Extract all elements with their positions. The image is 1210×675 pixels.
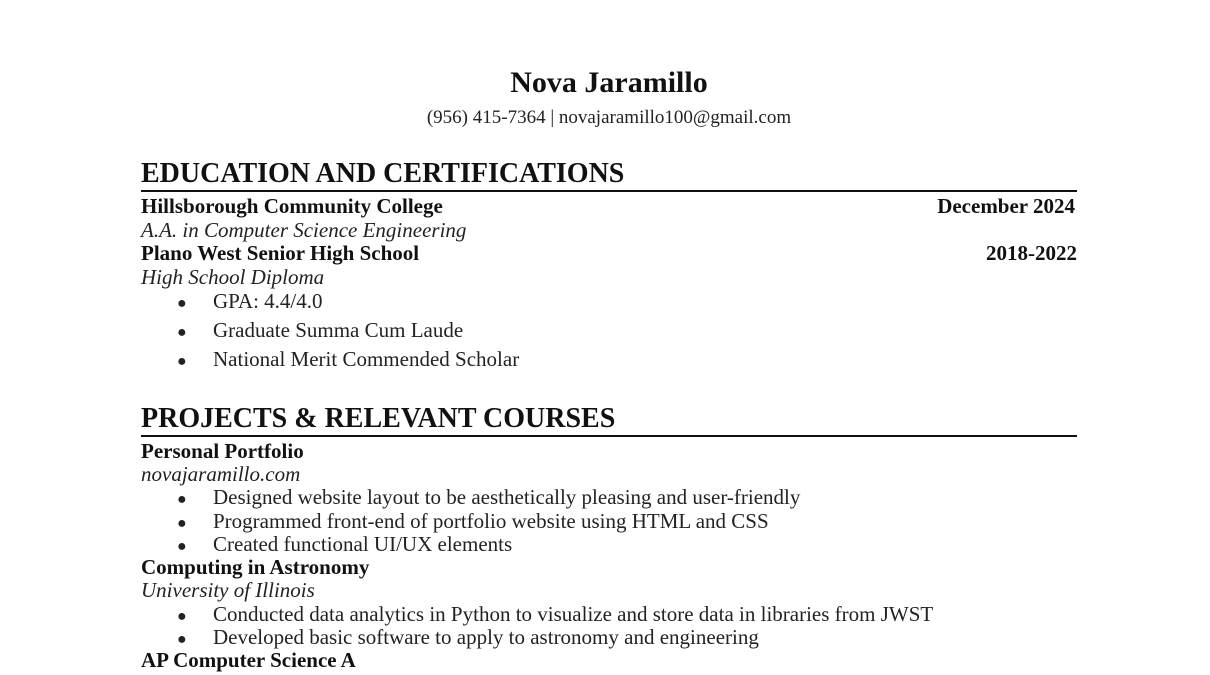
education-entry-plano: Plano West Senior High School 2018-2022 xyxy=(141,241,1077,265)
school-date: 2018-2022 xyxy=(986,241,1077,265)
list-item-text: Designed website layout to be aesthetica… xyxy=(213,485,801,509)
projects-heading: PROJECTS & RELEVANT COURSES xyxy=(141,403,1077,437)
project-title: AP Computer Science A xyxy=(141,648,356,672)
project-title: Computing in Astronomy xyxy=(141,555,370,579)
list-item-text: Developed basic software to apply to ast… xyxy=(213,625,759,649)
school-name: Plano West Senior High School xyxy=(141,241,420,265)
bullet-icon: ● xyxy=(177,295,187,312)
contact-line: (956) 415-7364 | novajaramillo100@gmail.… xyxy=(426,107,792,128)
project-subtitle: University of Illinois xyxy=(141,578,315,602)
resume-name: Nova Jaramillo xyxy=(510,66,708,99)
education-heading: EDUCATION AND CERTIFICATIONS xyxy=(141,158,1077,192)
degree-line: A.A. in Computer Science Engineering xyxy=(141,218,467,242)
list-item-text: Programmed front-end of portfolio websit… xyxy=(213,509,769,533)
project-title: Personal Portfolio xyxy=(141,439,304,463)
list-item-text: Conducted data analytics in Python to vi… xyxy=(213,602,934,626)
bullet-icon: ● xyxy=(177,353,187,370)
list-item: ● Graduate Summa Cum Laude xyxy=(177,318,1077,345)
list-item-text: Graduate Summa Cum Laude xyxy=(213,318,464,342)
list-item-text: GPA: 4.4/4.0 xyxy=(213,289,323,313)
list-item: ● GPA: 4.4/4.0 xyxy=(177,289,1077,316)
list-item-text: National Merit Commended Scholar xyxy=(213,347,520,371)
list-item-text: Created functional UI/UX elements xyxy=(213,532,513,556)
list-item: ● National Merit Commended Scholar xyxy=(177,347,1077,374)
school-date: December 2024 xyxy=(937,194,1075,218)
school-name: Hillsborough Community College xyxy=(141,194,443,218)
project-subtitle: novajaramillo.com xyxy=(141,462,301,486)
education-entry-hcc: Hillsborough Community College December … xyxy=(141,194,1077,218)
list-item: ● Designed website layout to be aesthetic… xyxy=(177,485,1077,512)
bullet-icon: ● xyxy=(177,324,187,341)
degree-line: High School Diploma xyxy=(141,265,325,289)
